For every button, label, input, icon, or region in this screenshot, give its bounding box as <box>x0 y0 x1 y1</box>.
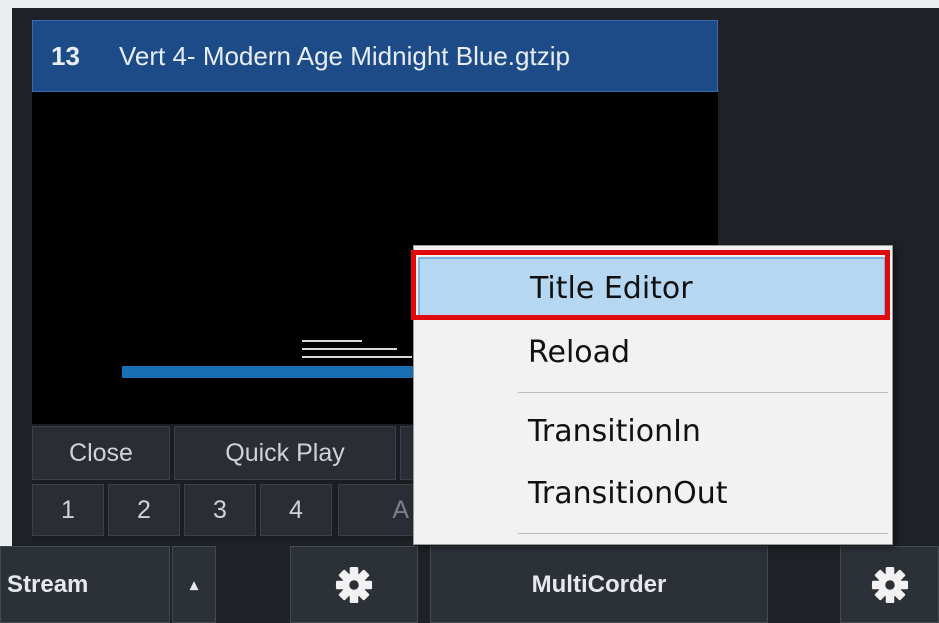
lower-third-text-line <box>302 340 362 342</box>
input-name: Vert 4- Modern Age Midnight Blue.gtzip <box>119 40 570 71</box>
multicorder-settings-button[interactable] <box>840 546 939 623</box>
menu-item-transition-out[interactable]: TransitionOut <box>418 462 886 524</box>
overlay-button-1[interactable]: 1 <box>32 484 104 536</box>
quick-play-label: Quick Play <box>225 438 345 467</box>
stream-dropdown-button[interactable]: ▴ <box>172 546 216 623</box>
overlay-button-2[interactable]: 2 <box>108 484 180 536</box>
overlay-button-4[interactable]: 4 <box>260 484 332 536</box>
menu-item-label: TransitionOut <box>528 475 728 511</box>
multicorder-button[interactable]: MultiCorder <box>430 546 768 623</box>
menu-item-label: TransitionIn <box>528 413 701 449</box>
overlay-label-1: 1 <box>61 495 75 524</box>
menu-item-reload[interactable]: Reload <box>418 321 886 383</box>
quick-play-button[interactable]: Quick Play <box>174 426 396 480</box>
annotation-highlight-box <box>411 250 890 320</box>
hidden-button[interactable] <box>400 426 414 480</box>
input-title-bar[interactable]: 13 Vert 4- Modern Age Midnight Blue.gtzi… <box>32 20 718 92</box>
multicorder-label: MultiCorder <box>531 570 667 598</box>
close-button[interactable]: Close <box>32 426 170 480</box>
gear-icon <box>871 566 908 603</box>
menu-separator <box>518 392 888 393</box>
overlay-label-4: 4 <box>289 495 303 524</box>
gear-icon <box>335 566 373 603</box>
overlay-label-2: 2 <box>137 495 151 524</box>
stream-button[interactable]: Stream <box>0 546 170 623</box>
audio-button[interactable]: A <box>338 484 414 536</box>
close-label: Close <box>69 438 133 467</box>
lower-third-bar <box>122 366 422 378</box>
stream-settings-button[interactable] <box>290 546 418 623</box>
lower-third-text-line <box>302 356 412 358</box>
menu-separator <box>518 533 888 534</box>
menu-item-transition-in[interactable]: TransitionIn <box>418 400 886 462</box>
overlay-label-3: 3 <box>213 495 227 524</box>
lower-third-text-line <box>302 348 397 350</box>
stream-dropdown-arrow-icon: ▴ <box>189 576 199 594</box>
input-number: 13 <box>51 40 80 71</box>
audio-label: A <box>392 495 409 524</box>
menu-item-label: Reload <box>528 334 631 370</box>
stream-label: Stream <box>7 570 89 598</box>
overlay-button-3[interactable]: 3 <box>184 484 256 536</box>
